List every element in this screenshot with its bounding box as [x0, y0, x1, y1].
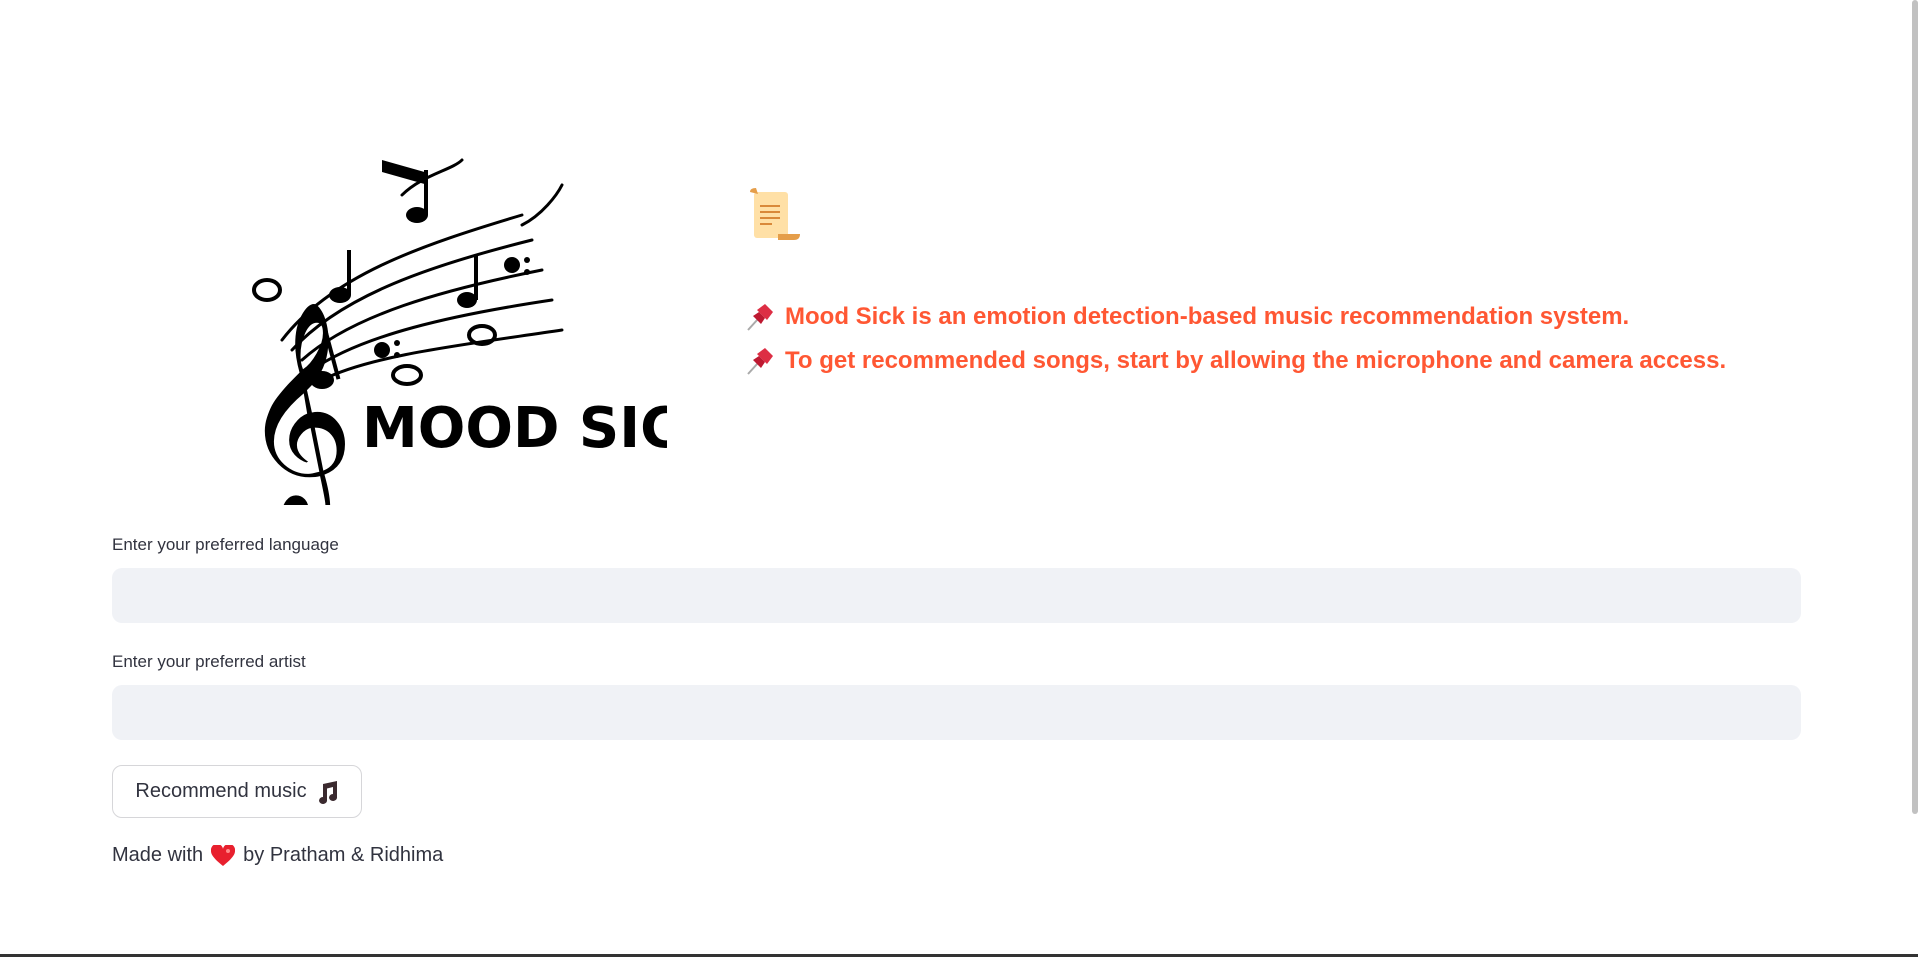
language-input[interactable]: [112, 568, 1801, 623]
info-line-2: To get recommended songs, start by allow…: [745, 346, 1726, 376]
footer: Made with by Pratham & Ridhima: [112, 844, 443, 867]
footer-suffix: by Pratham & Ridhima: [243, 844, 444, 866]
info-text: Mood Sick is an emotion detection-based …: [785, 303, 1630, 330]
svg-text:𝄞: 𝄞: [242, 299, 354, 505]
artist-label: Enter your preferred artist: [112, 652, 306, 671]
logo-text: MOOD SICK: [362, 396, 667, 461]
musical-notes-icon: [318, 780, 337, 804]
pushpin-icon: [747, 348, 773, 375]
mood-sick-logo: 𝄞 MOOD SICK: [242, 158, 667, 505]
recommend-music-button[interactable]: Recommend music: [112, 765, 362, 818]
pushpin-icon: [747, 304, 773, 331]
scrollbar[interactable]: [1912, 0, 1918, 814]
heart-icon: [211, 844, 236, 866]
artist-input[interactable]: [112, 685, 1801, 740]
info-line-1: Mood Sick is an emotion detection-based …: [745, 302, 1629, 332]
info-text: To get recommended songs, start by allow…: [785, 347, 1727, 374]
language-label: Enter your preferred language: [112, 535, 339, 554]
recommend-label: Recommend music: [135, 780, 307, 802]
footer-prefix: Made with: [112, 844, 204, 866]
scroll-icon: [750, 188, 800, 240]
